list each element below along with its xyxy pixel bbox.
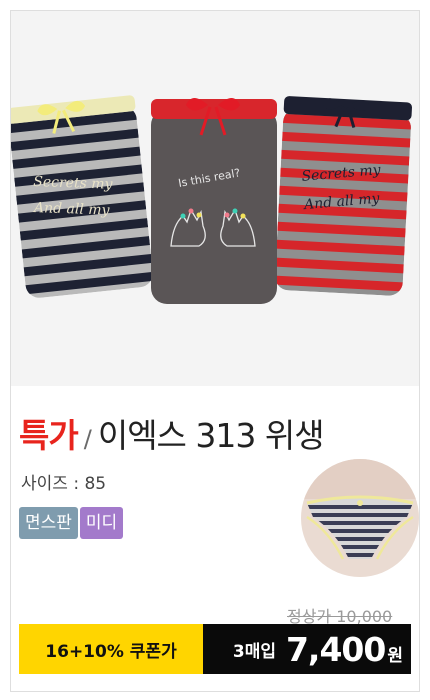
quantity-label: 3매입 [232,641,276,662]
price-bar[interactable]: 16+10% 쿠폰가 3매입 7,400 원 [19,624,411,674]
center-panty-item: Is this real? [151,98,277,304]
right-panty-item: Secrets my And all my [274,96,412,297]
left-panty-item: Secrets my And all my [11,95,155,300]
tag-fabric: 면스판 [19,507,78,539]
sale-badge-text: 특가 [19,416,79,455]
sale-price-box: 3매입 7,400 원 [203,624,411,674]
title-separator: / [83,425,92,453]
size-info: 사이즈 : 85 [21,474,107,494]
currency-unit: 원 [387,645,403,666]
product-name: 이엑스 313 위생 [97,416,325,455]
svg-text:And all my: And all my [32,200,111,219]
feature-tags: 면스판 미디 [19,507,125,539]
sale-price: 7,400 [285,629,386,669]
product-photo[interactable]: Secrets my And all my Secrets my And all… [11,11,419,386]
coupon-price-label: 16+10% 쿠폰가 [19,624,203,674]
svg-text:Secrets my: Secrets my [33,174,114,193]
tag-rise: 미디 [79,507,124,539]
product-title[interactable]: 특가 / 이엑스 313 위생 [19,409,325,455]
model-thumbnail[interactable] [301,459,419,577]
product-card[interactable]: Secrets my And all my Secrets my And all… [10,10,420,692]
